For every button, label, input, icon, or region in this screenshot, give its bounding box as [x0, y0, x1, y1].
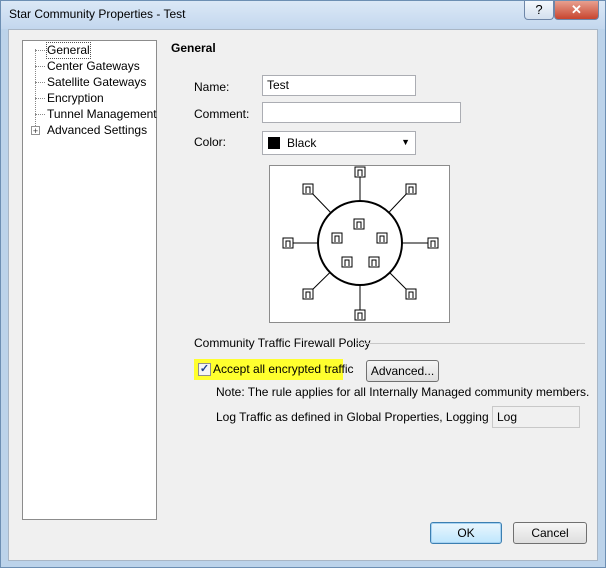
tree-connector — [35, 98, 45, 99]
log-traffic-field: Log — [492, 406, 580, 428]
color-select-value: Black — [287, 136, 317, 150]
star-community-topology-icon — [282, 166, 439, 321]
tree-connector — [35, 49, 36, 134]
tree-connector — [35, 114, 45, 115]
advanced-button[interactable]: Advanced... — [366, 360, 439, 382]
color-select[interactable]: Black ▼ — [262, 131, 416, 155]
accept-encrypted-label[interactable]: Accept all encrypted traffic — [213, 362, 354, 376]
comment-field[interactable] — [262, 102, 461, 123]
name-label: Name: — [194, 80, 230, 94]
title-bar[interactable]: Star Community Properties - Test ? ✕ — [1, 1, 605, 29]
dropdown-arrow-icon[interactable]: ▼ — [401, 137, 410, 147]
close-button[interactable]: ✕ — [554, 1, 599, 20]
navigation-tree: General Center Gateways Satellite Gatewa… — [22, 40, 157, 520]
cancel-button[interactable]: Cancel — [513, 522, 587, 544]
tree-item-center-gateways[interactable]: Center Gateways — [47, 59, 140, 74]
tree-item-general[interactable]: General — [46, 42, 91, 59]
color-swatch — [268, 137, 280, 149]
tree-item-satellite-gateways[interactable]: Satellite Gateways — [47, 75, 146, 90]
name-field[interactable]: Test — [262, 75, 416, 96]
log-traffic-label: Log Traffic as defined in Global Propert… — [216, 410, 515, 424]
ok-button[interactable]: OK — [430, 522, 502, 544]
accept-encrypted-checkbox[interactable]: ✓ — [198, 363, 211, 376]
tree-item-advanced-settings[interactable]: Advanced Settings — [47, 123, 147, 138]
firewall-policy-section-title: Community Traffic Firewall Policy — [194, 336, 371, 350]
window-title: Star Community Properties - Test — [9, 7, 186, 21]
policy-note: Note: The rule applies for all Internall… — [216, 385, 590, 399]
comment-label: Comment: — [194, 107, 250, 121]
tree-connector — [35, 82, 45, 83]
section-divider — [355, 343, 585, 344]
help-button[interactable]: ? — [524, 1, 554, 20]
tree-item-encryption[interactable]: Encryption — [47, 91, 104, 106]
tree-item-tunnel-management[interactable]: Tunnel Management — [47, 107, 157, 122]
panel-heading: General — [171, 41, 216, 55]
community-preview — [269, 165, 450, 323]
tree-connector — [35, 50, 45, 51]
tree-connector — [35, 66, 45, 67]
expand-plus-icon[interactable]: + — [31, 126, 40, 136]
color-label: Color: — [194, 135, 227, 149]
